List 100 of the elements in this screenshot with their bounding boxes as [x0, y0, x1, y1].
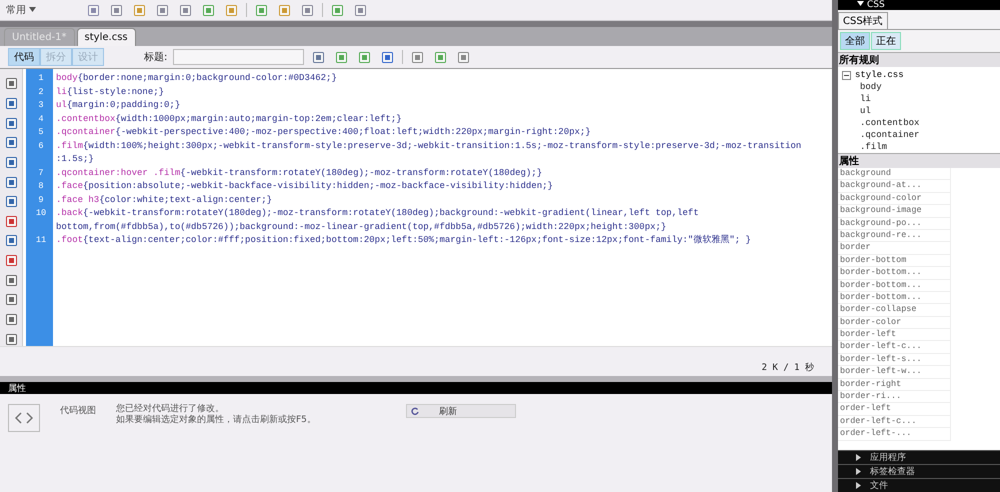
square-icon [156, 4, 169, 16]
property-name[interactable]: border-left-s... [838, 354, 951, 366]
square-icon [110, 4, 123, 16]
line-number: 3 [37, 99, 45, 112]
square-icon [4, 254, 18, 268]
square-icon [225, 4, 238, 16]
property-name[interactable]: border-ri... [838, 391, 951, 404]
square-icon [4, 136, 18, 150]
property-name[interactable]: border-right [838, 378, 951, 392]
square-icon [434, 50, 448, 64]
code-view-icon [8, 404, 40, 432]
property-name[interactable]: border-left-w... [838, 366, 951, 379]
insert-category[interactable]: 常用 [6, 3, 39, 17]
square-icon [255, 4, 268, 16]
download-stats: 2 K / 1 秒 [762, 362, 814, 374]
square-icon [4, 176, 18, 189]
square-icon [133, 4, 146, 16]
square-icon [87, 4, 100, 16]
code-line: .qcontainer:hover .film{-webkit-transform:rotateY(180deg);-moz-transform:rotateY(180deg);} [56, 166, 542, 180]
property-name[interactable]: border-color [838, 316, 951, 330]
code-line: .film{width:100%;height:300px;-webkit-transform-style:preserve-3d;-webkit-transition:1.5s;-moz-transform-style:preserve-3d;-moz-transition [56, 140, 802, 152]
tree-item[interactable]: li [842, 93, 1000, 105]
panel-header[interactable]: 属性 [0, 382, 832, 394]
tree-item[interactable]: body [842, 81, 1000, 93]
mode-button[interactable]: 正在 [871, 32, 901, 50]
tree-item[interactable]: .contentbox [842, 117, 1000, 129]
square-icon [335, 50, 348, 64]
property-name[interactable]: border-bottom... [838, 267, 951, 280]
property-name[interactable]: background-color [838, 192, 951, 206]
square-icon [4, 96, 18, 110]
property-name[interactable]: order-left-c... [838, 416, 951, 428]
code-line: .face{position:absolute;-webkit-backface-visibility:hidden;-moz-backface-visibility:hidden;} [56, 180, 553, 193]
rules-heading: 所有规则 [838, 52, 1000, 67]
panel-header[interactable]: 文件 [838, 478, 1000, 492]
mode-button[interactable]: 全部 [840, 32, 870, 50]
code-line: .contentbox{width:1000px;margin:auto;margin-top:2em;clear:left;} [56, 112, 402, 126]
code-line: .foot{text-align:center;color:#fff;position:fixed;bottom:20px;left:50%;margin-left:-126px;font-size:12px;font-family:"微软雅黑"; } [56, 234, 751, 247]
modified-message: 您已经对代码进行了修改。 如果要编辑选定对象的属性，请点击刷新或按F5。 [116, 404, 317, 426]
panel-header[interactable]: CSS [838, 0, 1000, 10]
title-field[interactable] [173, 49, 304, 65]
code-line: body{border:none;margin:0;background-color:#0D3462;} [56, 72, 337, 85]
property-name[interactable]: background [838, 168, 951, 180]
panel-header[interactable]: 应用程序 [838, 450, 1000, 464]
square-icon [4, 293, 18, 306]
tree-item[interactable]: ul [842, 105, 1000, 117]
square-icon [358, 50, 372, 64]
square-icon [4, 116, 18, 130]
square-icon [4, 313, 18, 326]
triangle-icon [29, 6, 36, 13]
line-number: 5 [37, 126, 45, 139]
tree-item[interactable]: style.css [842, 69, 1000, 81]
panel-header[interactable]: 标签检查器 [838, 464, 1000, 478]
property-name[interactable]: border-collapse [838, 304, 951, 317]
property-name[interactable]: background-image [838, 205, 951, 218]
code-line: .back{-webkit-transform:rotateY(180deg);-moz-transform:rotateY(180deg);background:-webkit-gradient(linear,left top,left [56, 207, 699, 220]
refresh-button[interactable]: 刷新 [406, 404, 516, 418]
line-number: 9 [37, 194, 45, 206]
square-icon [301, 4, 314, 16]
line-number: 2 [37, 86, 45, 98]
square-icon [179, 4, 192, 16]
view-button[interactable]: 代码 [8, 48, 40, 66]
line-number: 10 [34, 207, 48, 220]
document-tab[interactable]: style.css [76, 28, 136, 46]
line-number: 7 [37, 166, 45, 180]
square-icon [4, 214, 18, 228]
refresh-icon [411, 407, 419, 415]
square-icon [4, 332, 18, 346]
property-name[interactable]: border [838, 242, 951, 255]
collapse-toggle[interactable] [842, 70, 851, 80]
property-name[interactable]: background-at... [838, 180, 951, 193]
square-icon [4, 274, 18, 287]
property-name[interactable]: order-left [838, 403, 951, 416]
square-icon [202, 4, 215, 16]
properties-heading: 属性 [838, 153, 1000, 168]
code-line: :1.5s;} [56, 153, 94, 166]
line-number: 1 [37, 72, 45, 85]
code-line: bottom,from(#fdbb5a),to(#db5726));background:-moz-linear-gradient(top,#fdbb5a,#db5726);width:220px;height:300px;} [56, 220, 666, 234]
property-name[interactable]: border-bottom... [838, 292, 951, 304]
square-icon [381, 50, 394, 64]
code-line: li{list-style:none;} [56, 86, 164, 98]
title-label: 标题: [144, 50, 168, 64]
tree-item[interactable]: .film [842, 141, 1000, 153]
horizontal-scrollbar[interactable] [0, 346, 832, 359]
line-number: 6 [37, 140, 45, 152]
property-name[interactable]: background-po... [838, 218, 951, 230]
css-styles-tab[interactable]: CSS样式 [838, 12, 888, 29]
square-icon [354, 4, 367, 16]
square-icon [278, 4, 291, 16]
property-name[interactable]: border-left-c... [838, 341, 951, 354]
square-icon [411, 50, 424, 64]
property-name[interactable]: border-bottom... [838, 280, 951, 292]
code-line: .qcontainer{-webkit-perspective:400;-moz-perspective:400;float:left;width:220px;margin-right:20px;} [56, 126, 591, 139]
triangle-icon [857, 0, 864, 7]
line-number: 11 [34, 234, 48, 247]
view-label: 代码视图 [60, 404, 96, 417]
tree-item[interactable]: .qcontainer [842, 129, 1000, 141]
property-name[interactable]: order-left-... [838, 428, 951, 441]
property-name[interactable]: background-re... [838, 230, 951, 242]
property-name[interactable]: border-bottom [838, 254, 951, 268]
property-name[interactable]: border-left [838, 329, 951, 342]
